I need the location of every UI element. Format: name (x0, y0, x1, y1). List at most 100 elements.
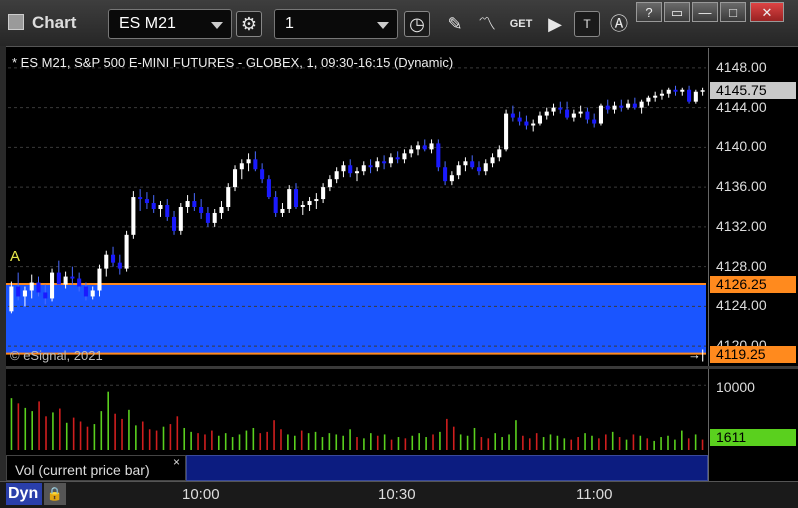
candle-body (551, 107, 556, 112)
candle-body (463, 161, 468, 166)
chart-window: Chart ES M21 ⚙ 1 ◷ ✎ 〽 GET ▶ T Ⓐ ? ▭ — □… (0, 0, 798, 508)
candle-body (70, 276, 75, 279)
candle-body (375, 161, 380, 168)
candle-body (314, 199, 319, 202)
candle-body (287, 189, 292, 209)
candle-body (341, 165, 346, 172)
candle-body (578, 111, 583, 114)
candle-body (700, 90, 705, 92)
candle-body (144, 199, 149, 204)
last-price-tag: 4145.75 (710, 82, 796, 100)
candle-body (158, 205, 163, 209)
candle-body (327, 179, 332, 188)
scroll-to-end-icon[interactable]: →| (688, 347, 704, 362)
candle-body (402, 153, 407, 160)
candle-body (537, 115, 543, 124)
price-tick-label: 4136.00 (716, 178, 767, 195)
price-tick-label: 4128.00 (716, 257, 767, 274)
candle-body (334, 171, 339, 180)
candle-body (517, 117, 522, 122)
upper-line-tag: 4126.25 (710, 276, 796, 294)
candle-body (239, 163, 244, 170)
candle-body (443, 167, 448, 182)
candle-body (36, 282, 41, 293)
candle-body (131, 197, 136, 235)
candle-body (253, 159, 258, 170)
candle-body (368, 165, 373, 168)
candle-body (185, 201, 190, 207)
candle-body (293, 189, 299, 207)
candle-body (29, 282, 34, 291)
candle-body (56, 272, 61, 285)
candle-body (639, 101, 644, 108)
volume-tick-label: 10000 (716, 379, 755, 395)
candle-body (388, 157, 393, 164)
candle-body (626, 103, 631, 108)
price-tick-label: 4144.00 (716, 98, 767, 115)
candle-body (205, 212, 210, 223)
candle-body (43, 292, 48, 299)
candle-body (266, 179, 271, 198)
candle-body (680, 89, 685, 92)
candle-body (63, 276, 68, 285)
candle-body (300, 205, 305, 207)
candle-body (510, 113, 515, 118)
candle-body (273, 197, 278, 213)
candle-body (653, 95, 658, 98)
price-chart[interactable] (0, 0, 798, 508)
candle-body (497, 149, 502, 158)
candle-body (598, 105, 603, 124)
candle-body (693, 91, 698, 102)
candle-body (321, 187, 326, 200)
candle-body (592, 119, 597, 124)
candle-body (246, 159, 251, 164)
candle-body (104, 254, 109, 269)
close-icon[interactable]: × (173, 455, 180, 469)
lock-icon[interactable]: 🔒 (44, 483, 66, 505)
volume-tag: 1611 (710, 429, 796, 446)
time-tick-label: 10:30 (378, 486, 416, 503)
candle-body (138, 197, 143, 200)
candle-body (117, 262, 122, 269)
candle-body (199, 207, 204, 213)
candle-body (9, 286, 14, 312)
candle-body (531, 123, 536, 126)
candle-body (395, 157, 400, 160)
candle-body (605, 105, 610, 110)
candle-body (612, 105, 617, 110)
candle-body (16, 286, 21, 297)
candle-body (124, 234, 129, 269)
candle-body (585, 111, 590, 120)
highlight-zone (6, 284, 706, 354)
candle-body (354, 171, 360, 174)
candle-body (646, 97, 651, 102)
dyn-button[interactable]: Dyn (6, 483, 42, 505)
candle-body (422, 145, 427, 150)
candle-body (687, 89, 692, 102)
candle-body (22, 290, 27, 297)
candle-body (348, 165, 353, 174)
vol-study-label: Vol (current price bar) (6, 455, 186, 481)
candle-body (192, 201, 197, 207)
candle-body (165, 205, 170, 217)
candle-body (226, 187, 231, 207)
candle-body (476, 167, 482, 172)
candle-body (77, 278, 82, 287)
candle-body (178, 207, 183, 231)
price-tick-label: 4132.00 (716, 217, 767, 234)
candle-body (382, 161, 387, 164)
candle-body (151, 203, 156, 209)
candle-body (558, 107, 563, 110)
time-tick-label: 11:00 (576, 486, 613, 503)
alert-marker[interactable]: A (10, 248, 20, 265)
candle-body (571, 113, 576, 118)
candle-body (659, 93, 664, 96)
candle-body (111, 254, 116, 263)
candle-body (232, 169, 238, 188)
pane-separator[interactable] (6, 366, 798, 369)
candle-body (361, 165, 366, 172)
candle-body (632, 103, 637, 108)
candle-body (50, 272, 55, 299)
candle-body (666, 89, 671, 94)
candle-body (171, 216, 177, 231)
